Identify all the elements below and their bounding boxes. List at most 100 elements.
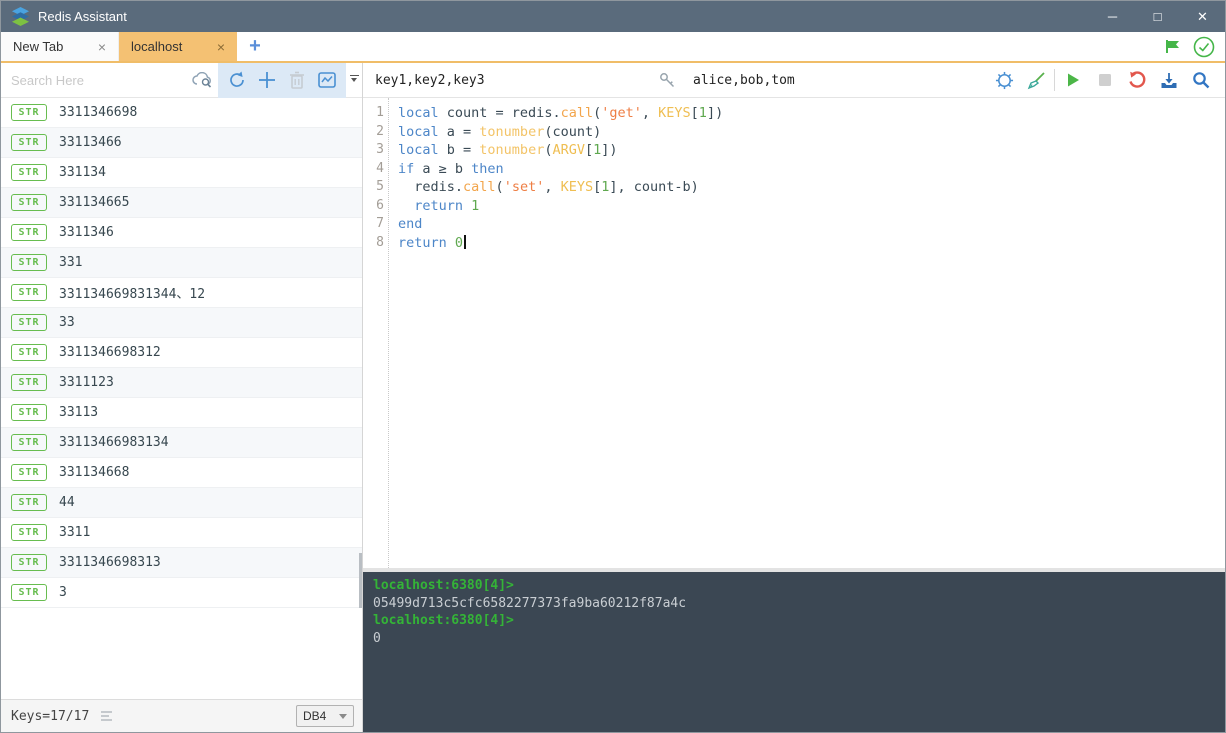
key-type-badge: STR: [11, 524, 47, 541]
flag-icon[interactable]: [1165, 39, 1181, 54]
titlebar[interactable]: Redis Assistant ─ □ ✕: [1, 1, 1225, 32]
tab-new-tab[interactable]: New Tab ×: [1, 32, 119, 61]
key-name: 3311346698312: [59, 345, 161, 360]
app-logo-icon: [11, 7, 30, 26]
key-row[interactable]: STR 3311346698313: [1, 548, 362, 578]
console-line: localhost:6380[4]>: [373, 612, 1215, 630]
key-name: 331: [59, 255, 82, 270]
tab-localhost[interactable]: localhost ×: [119, 32, 237, 61]
minimize-button[interactable]: ─: [1090, 1, 1135, 32]
key-row[interactable]: STR 331: [1, 248, 362, 278]
tab-bar: New Tab × localhost × +: [1, 32, 1225, 63]
code-editor[interactable]: 12345678 local count = redis.call('get',…: [363, 98, 1225, 568]
key-name: 33113466983134: [59, 435, 169, 450]
key-type-badge: STR: [11, 134, 47, 151]
reload-icon[interactable]: [1121, 63, 1153, 98]
key-name: 33: [59, 315, 75, 330]
key-type-badge: STR: [11, 164, 47, 181]
key-name: 33113: [59, 405, 98, 420]
keys-toolbar: [1, 63, 362, 98]
key-name: 44: [59, 495, 75, 510]
close-button[interactable]: ✕: [1180, 1, 1225, 32]
keys-panel: STR 3311346698 STR 33113466 STR 331134: [1, 63, 363, 732]
console-line: 0: [373, 630, 1215, 648]
key-row[interactable]: STR 3311346698: [1, 98, 362, 128]
key-type-badge: STR: [11, 374, 47, 391]
key-type-badge: STR: [11, 584, 47, 601]
code-line: if a ≥ b then: [398, 160, 1225, 179]
run-script-icon[interactable]: [1057, 63, 1089, 98]
list-scrollbar-thumb[interactable]: [359, 553, 362, 608]
keys-actions-group: [218, 63, 346, 98]
key-list: STR 3311346698 STR 33113466 STR 331134: [1, 98, 362, 699]
keys-status-bar: Keys=17/17 DB4: [1, 699, 362, 732]
key-name: 3: [59, 585, 67, 600]
command-bar: [363, 63, 1225, 98]
script-keys-input[interactable]: [363, 73, 651, 88]
key-row[interactable]: STR 33113466: [1, 128, 362, 158]
code-line: return 0: [398, 234, 1225, 253]
script-toolbar: [988, 63, 1225, 98]
code-area[interactable]: local count = redis.call('get', KEYS[1])…: [389, 98, 1225, 568]
key-name: 331134669831344、12: [59, 283, 205, 302]
toolbar-divider: [1054, 69, 1055, 91]
scan-keys-icon[interactable]: [188, 63, 218, 98]
clear-broom-icon[interactable]: [1020, 63, 1052, 98]
key-row[interactable]: STR 3311: [1, 518, 362, 548]
key-type-badge: STR: [11, 104, 47, 121]
key-row[interactable]: STR 331134669831344、12: [1, 278, 362, 308]
key-type-badge: STR: [11, 284, 47, 301]
console-line: 05499d713c5cfc6582277373fa9ba60212f87a4c: [373, 595, 1215, 613]
keys-count: Keys=17/17: [11, 709, 89, 724]
output-console[interactable]: localhost:6380[4]> 05499d713c5cfc6582277…: [363, 572, 1225, 732]
db-select[interactable]: DB4: [296, 705, 354, 727]
tab-label: localhost: [131, 39, 182, 54]
delete-key-icon[interactable]: [282, 63, 312, 98]
key-type-badge: STR: [11, 314, 47, 331]
key-name: 33113466: [59, 135, 122, 150]
key-type-badge: STR: [11, 254, 47, 271]
code-line: return 1: [398, 197, 1225, 216]
key-name: 331134665: [59, 195, 129, 210]
key-row[interactable]: STR 3311346698312: [1, 338, 362, 368]
key-type-badge: STR: [11, 554, 47, 571]
script-args-input[interactable]: [683, 73, 988, 88]
key-row[interactable]: STR 44: [1, 488, 362, 518]
code-line: redis.call('set', KEYS[1], count-b): [398, 178, 1225, 197]
key-row[interactable]: STR 33113466983134: [1, 428, 362, 458]
key-name: 331134668: [59, 465, 129, 480]
key-name: 331134: [59, 165, 106, 180]
save-script-icon[interactable]: [1153, 63, 1185, 98]
key-row[interactable]: STR 331134665: [1, 188, 362, 218]
key-row[interactable]: STR 33113: [1, 398, 362, 428]
code-line: local count = redis.call('get', KEYS[1]): [398, 104, 1225, 123]
check-circle-icon[interactable]: [1193, 36, 1215, 58]
key-row[interactable]: STR 3311123: [1, 368, 362, 398]
app-window: Redis Assistant ─ □ ✕ New Tab × localhos…: [0, 0, 1226, 733]
key-type-badge: STR: [11, 344, 47, 361]
key-row[interactable]: STR 3311346: [1, 218, 362, 248]
panel-collapse-handle[interactable]: [346, 63, 362, 98]
key-row[interactable]: STR 3: [1, 578, 362, 608]
search-script-icon[interactable]: [1185, 63, 1217, 98]
key-row[interactable]: STR 33: [1, 308, 362, 338]
list-view-icon[interactable]: [101, 711, 112, 721]
key-type-badge: STR: [11, 494, 47, 511]
script-panel: 12345678 local count = redis.call('get',…: [363, 63, 1225, 732]
add-tab-button[interactable]: +: [237, 32, 273, 61]
maximize-button[interactable]: □: [1135, 1, 1180, 32]
tab-close-icon[interactable]: ×: [96, 39, 108, 55]
key-name: 3311123: [59, 375, 114, 390]
key-row[interactable]: STR 331134668: [1, 458, 362, 488]
code-line: local a = tonumber(count): [398, 123, 1225, 142]
key-row[interactable]: STR 331134: [1, 158, 362, 188]
monitor-chart-icon[interactable]: [312, 63, 342, 98]
refresh-keys-icon[interactable]: [222, 63, 252, 98]
search-input[interactable]: [1, 73, 188, 88]
add-key-icon[interactable]: [252, 63, 282, 98]
settings-gear-icon[interactable]: [988, 63, 1020, 98]
tab-close-icon[interactable]: ×: [215, 39, 227, 55]
key-name: 3311346698313: [59, 555, 161, 570]
chevron-down-icon: [339, 714, 347, 723]
stop-script-icon[interactable]: [1089, 63, 1121, 98]
